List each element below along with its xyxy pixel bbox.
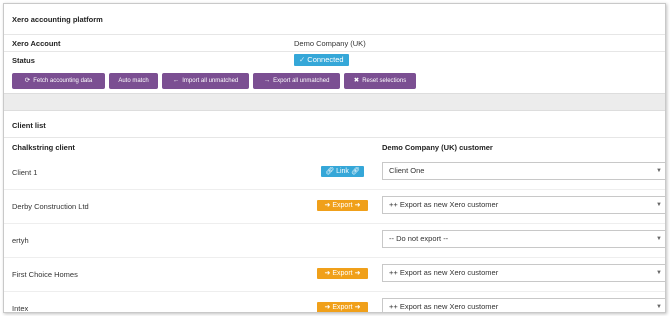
- import-all-unmatched-button[interactable]: ← Import all unmatched: [162, 73, 249, 89]
- customer-select[interactable]: ++ Export as new Xero customer ▼: [382, 196, 665, 214]
- client-name: Intex: [12, 304, 29, 313]
- chevron-down-icon: ▼: [656, 202, 662, 208]
- close-icon: ✖: [353, 77, 360, 84]
- link-label: Link: [336, 168, 349, 175]
- panel-gap: [4, 93, 665, 111]
- panel-title: Client list: [12, 121, 46, 130]
- xero-account-value: Demo Company (UK): [294, 39, 366, 48]
- customer-select-value: ++ Export as new Xero customer: [389, 268, 499, 277]
- panel-title: Xero accounting platform: [12, 15, 103, 24]
- arrow-right-icon: →: [263, 77, 271, 84]
- column-header-client: Chalkstring client: [12, 143, 75, 152]
- column-header-customer: Demo Company (UK) customer: [382, 143, 493, 152]
- auto-match-label: Auto match: [118, 78, 149, 84]
- customer-select[interactable]: -- Do not export -- ▼: [382, 230, 665, 248]
- export-button[interactable]: ➜ Export ➜: [317, 302, 368, 312]
- export-button[interactable]: ➜ Export ➜: [317, 200, 368, 211]
- customer-select[interactable]: Client One ▼: [382, 162, 665, 180]
- table-row: Intex ➜ Export ➜ ++ Export as new Xero c…: [4, 292, 665, 313]
- chevron-down-icon: ▼: [656, 236, 662, 242]
- client-name: Derby Construction Ltd: [12, 202, 89, 211]
- arrow-right-icon: ➜: [354, 304, 361, 311]
- client-name: ertyh: [12, 236, 29, 245]
- export-label: Export: [332, 202, 353, 209]
- link-icon: 🔗︎: [325, 168, 335, 175]
- status-label: Status: [12, 56, 35, 65]
- customer-select-value: ++ Export as new Xero customer: [389, 200, 499, 209]
- chevron-down-icon: ▼: [656, 168, 662, 174]
- export-label: Export: [332, 304, 353, 311]
- arrow-right-icon: ➜: [324, 270, 331, 277]
- divider: [4, 51, 665, 52]
- customer-select-value: ++ Export as new Xero customer: [389, 302, 499, 311]
- refresh-icon: ⟳: [24, 77, 31, 84]
- customer-select[interactable]: ++ Export as new Xero customer ▼: [382, 298, 665, 312]
- export-all-unmatched-button[interactable]: → Export all unmatched: [253, 73, 340, 89]
- export-label: Export: [332, 270, 353, 277]
- client-list-panel: Client list Chalkstring client Demo Comp…: [4, 111, 665, 313]
- divider: [4, 34, 665, 35]
- table-row: Derby Construction Ltd ➜ Export ➜ ++ Exp…: [4, 190, 665, 224]
- page-frame: Xero accounting platform Xero Account De…: [3, 3, 666, 313]
- divider: [4, 137, 665, 138]
- customer-select[interactable]: ++ Export as new Xero customer ▼: [382, 264, 665, 282]
- arrow-right-icon: ➜: [324, 304, 331, 311]
- client-name: Client 1: [12, 168, 38, 177]
- customer-select-value: -- Do not export --: [389, 234, 449, 243]
- status-value: Connected: [307, 55, 344, 64]
- xero-account-label: Xero Account: [12, 39, 61, 48]
- fetch-accounting-data-label: Fetch accounting data: [33, 78, 93, 84]
- reset-selections-label: Reset selections: [362, 78, 407, 84]
- xero-platform-panel: Xero accounting platform Xero Account De…: [4, 4, 665, 92]
- status-badge: ✓ Connected: [294, 54, 349, 66]
- table-row: First Choice Homes ➜ Export ➜ ++ Export …: [4, 258, 665, 292]
- chevron-down-icon: ▼: [656, 304, 662, 310]
- arrow-right-icon: ➜: [354, 202, 361, 209]
- check-icon: ✓: [299, 55, 306, 64]
- arrow-right-icon: ➜: [354, 270, 361, 277]
- export-button[interactable]: ➜ Export ➜: [317, 268, 368, 279]
- link-button[interactable]: 🔗︎ Link 🔗︎: [321, 166, 364, 177]
- auto-match-button[interactable]: Auto match: [109, 73, 158, 89]
- arrow-left-icon: ←: [172, 77, 180, 84]
- link-icon: 🔗︎: [350, 168, 360, 175]
- fetch-accounting-data-button[interactable]: ⟳ Fetch accounting data: [12, 73, 105, 89]
- export-all-unmatched-label: Export all unmatched: [273, 78, 330, 84]
- chevron-down-icon: ▼: [656, 270, 662, 276]
- table-row: Client 1 🔗︎ Link 🔗︎ Client One ▼: [4, 156, 665, 190]
- customer-select-value: Client One: [389, 166, 425, 175]
- import-all-unmatched-label: Import all unmatched: [182, 78, 239, 84]
- table-row: ertyh -- Do not export -- ▼: [4, 224, 665, 258]
- reset-selections-button[interactable]: ✖ Reset selections: [344, 73, 416, 89]
- client-name: First Choice Homes: [12, 270, 78, 279]
- arrow-right-icon: ➜: [324, 202, 331, 209]
